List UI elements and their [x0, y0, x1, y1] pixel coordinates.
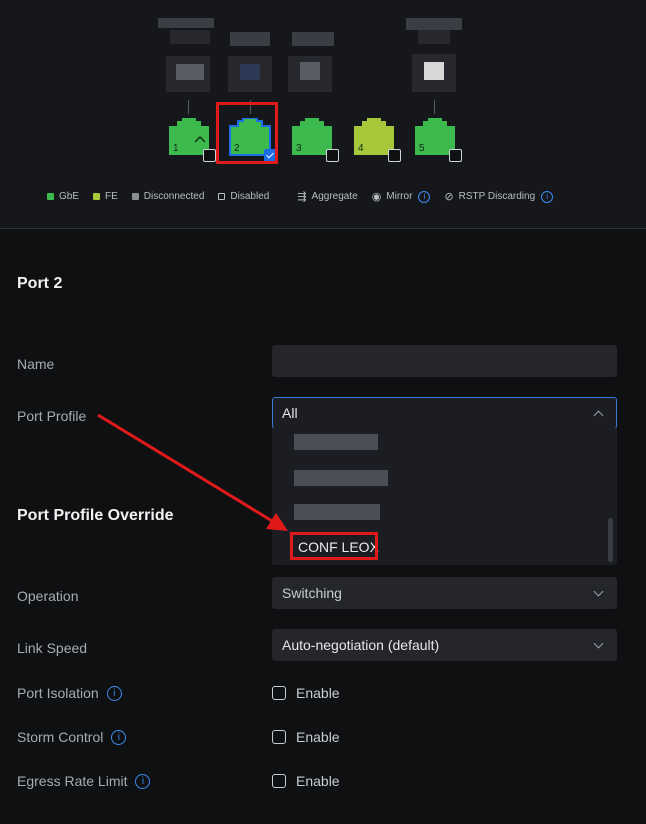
legend-fe: FE: [93, 191, 118, 202]
storm-control-row-label: Storm Control i: [17, 729, 127, 745]
operation-select[interactable]: Switching: [272, 577, 617, 609]
redacted-device-label: [406, 18, 462, 30]
blocked-icon: ⊘: [444, 191, 454, 203]
operation-value: Switching: [282, 585, 342, 601]
port-isolation-checkbox[interactable]: [272, 686, 286, 700]
legend-rstp: ⊘ RSTP Discarding i: [444, 190, 554, 203]
name-field[interactable]: [272, 345, 617, 377]
legend-gbe-label: GbE: [59, 191, 80, 202]
dropdown-scrollbar[interactable]: [608, 518, 613, 562]
link-speed-select[interactable]: Auto-negotiation (default): [272, 629, 617, 661]
legend-mirror: ◉ Mirror i: [372, 190, 431, 203]
redacted-device-icon: [424, 62, 444, 80]
legend-disabled-label: Disabled: [230, 191, 270, 202]
redacted-device-label: [230, 32, 270, 46]
link-speed-value: Auto-negotiation (default): [282, 637, 440, 653]
selected-port-annotation: [216, 102, 278, 164]
redacted-device-icon: [176, 64, 204, 80]
port-number: 5: [419, 143, 425, 154]
redacted-device-label: [418, 30, 450, 44]
info-icon[interactable]: i: [106, 685, 122, 701]
port-select-checkbox[interactable]: [203, 149, 216, 162]
port-isolation-toggle[interactable]: Enable: [272, 685, 340, 701]
port-number: 4: [358, 143, 364, 154]
port-map-panel: 12345 GbE FE Disconnected Disabled ⇶ Agg…: [0, 0, 646, 228]
aggregate-icon: ⇶: [297, 191, 307, 203]
name-input[interactable]: [273, 346, 616, 376]
redacted-device-label: [170, 30, 210, 44]
port-select-checkbox[interactable]: [449, 149, 462, 162]
redacted-device-icon: [300, 62, 320, 80]
egress-rate-checkbox[interactable]: [272, 774, 286, 788]
port-4[interactable]: 4: [353, 118, 401, 162]
port-title: Port 2: [17, 275, 63, 292]
legend-aggregate: ⇶ Aggregate: [297, 190, 357, 203]
storm-control-checkbox[interactable]: [272, 730, 286, 744]
port-isolation-label: Port Isolation: [17, 685, 99, 701]
info-icon[interactable]: i: [541, 190, 554, 203]
legend-disconnected-label: Disconnected: [143, 191, 205, 202]
redacted-device-icon: [240, 64, 260, 80]
info-icon[interactable]: i: [418, 190, 431, 203]
chevron-down-icon[interactable]: [593, 586, 604, 597]
egress-rate-toggle[interactable]: Enable: [272, 773, 340, 789]
override-title: Port Profile Override: [17, 507, 174, 524]
name-label: Name: [17, 356, 55, 372]
link-line: [434, 100, 435, 114]
enable-label: Enable: [296, 773, 340, 789]
port-1[interactable]: 1: [168, 118, 216, 162]
storm-control-label: Storm Control: [17, 729, 104, 745]
port-3[interactable]: 3: [291, 118, 339, 162]
chevron-down-icon[interactable]: [593, 638, 604, 649]
link-speed-label: Link Speed: [17, 640, 88, 656]
redacted-device-label: [158, 18, 214, 28]
storm-control-toggle[interactable]: Enable: [272, 729, 340, 745]
enable-label: Enable: [296, 729, 340, 745]
redacted-device-label: [292, 32, 334, 46]
port-profile-label: Port Profile: [17, 408, 87, 424]
port-isolation-row-label: Port Isolation i: [17, 685, 122, 701]
enable-label: Enable: [296, 685, 340, 701]
legend-gbe: GbE: [47, 191, 79, 202]
legend-mirror-label: Mirror: [386, 191, 413, 202]
legend-fe-label: FE: [105, 191, 118, 202]
info-icon[interactable]: i: [111, 729, 127, 745]
operation-label: Operation: [17, 588, 79, 604]
egress-rate-label: Egress Rate Limit: [17, 773, 128, 789]
egress-rate-row-label: Egress Rate Limit i: [17, 773, 151, 789]
port-number: 3: [296, 143, 302, 154]
info-icon[interactable]: i: [135, 773, 151, 789]
port-profile-select[interactable]: All: [272, 397, 617, 429]
legend-disconnected: Disconnected: [131, 191, 205, 202]
eye-icon: ◉: [371, 191, 382, 203]
port-select-checkbox[interactable]: [326, 149, 339, 162]
fe-swatch: [93, 193, 101, 200]
chevron-up-icon[interactable]: [593, 410, 604, 421]
legend-disabled: Disabled: [218, 191, 269, 202]
port-select-checkbox[interactable]: [388, 149, 401, 162]
legend-rstp-label: RSTP Discarding: [458, 191, 536, 202]
legend-aggregate-label: Aggregate: [311, 191, 358, 202]
disabled-swatch: [218, 193, 226, 200]
port-number: 1: [173, 143, 179, 154]
gbe-swatch: [47, 193, 54, 200]
port-5[interactable]: 5: [414, 118, 462, 162]
section-divider: [0, 228, 646, 229]
disconnected-swatch: [131, 193, 139, 200]
link-line: [188, 100, 189, 114]
port-legend: GbE FE Disconnected Disabled ⇶ Aggregate…: [47, 190, 567, 203]
